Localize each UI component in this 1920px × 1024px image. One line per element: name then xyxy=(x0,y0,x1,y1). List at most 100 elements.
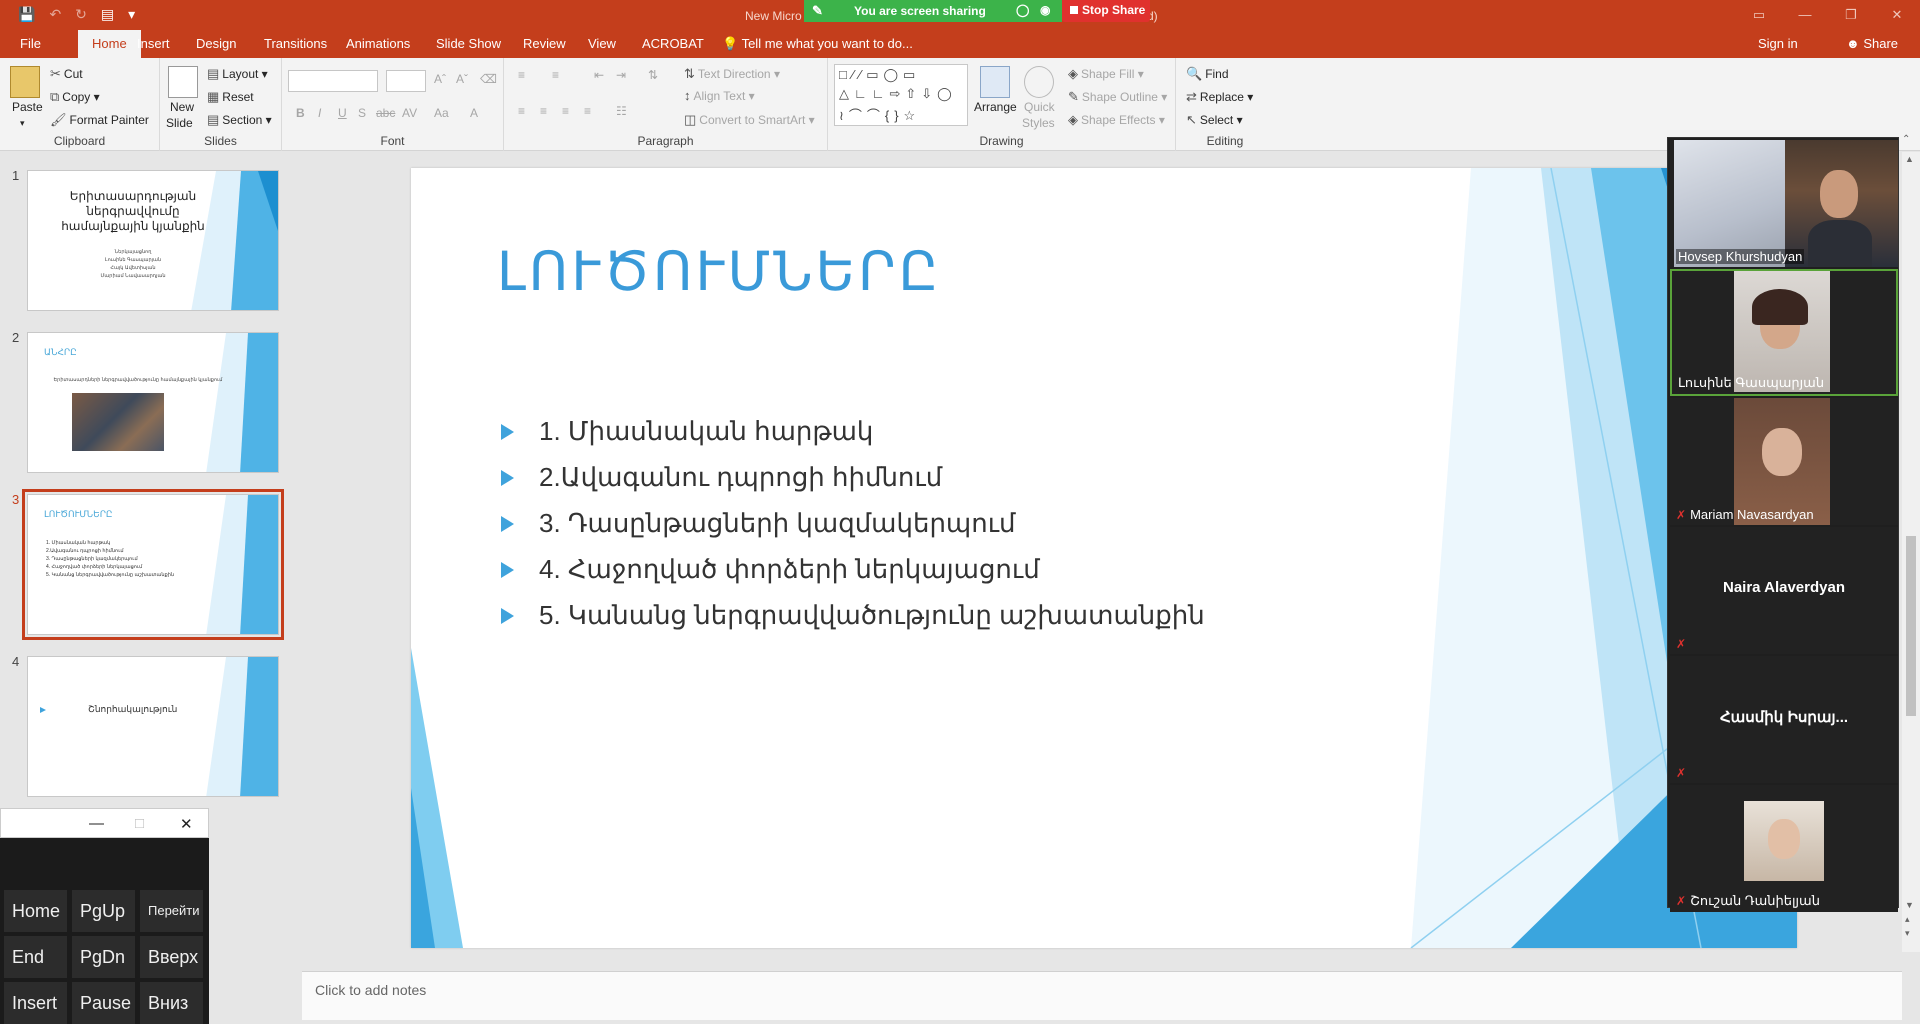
key-pause[interactable]: Pause xyxy=(72,982,135,1024)
tab-home[interactable]: Home xyxy=(78,30,141,58)
slide-thumbnail-2[interactable]: ԱՆՀՐԸ Երիտասարդների ներգրավվածությունը հ… xyxy=(27,332,279,473)
key-down[interactable]: Вниз xyxy=(140,982,203,1024)
bullets-icon[interactable]: ≡ xyxy=(518,68,525,82)
key-end[interactable]: End xyxy=(4,936,67,978)
ribbon-display-icon[interactable]: ▭ xyxy=(1736,0,1782,30)
section-button[interactable]: ▤ Section ▾ xyxy=(207,112,272,128)
shield-icon[interactable]: ◉ xyxy=(1040,3,1050,17)
shape-outline-button[interactable]: ✎ Shape Outline ▾ xyxy=(1068,89,1167,105)
participant-tile[interactable]: Հասմիկ Իսրայ... ✗ xyxy=(1670,656,1898,783)
paste-icon[interactable] xyxy=(10,66,40,98)
new-slide-button-2[interactable]: Slide xyxy=(166,116,193,130)
shrink-font-icon[interactable]: Aˇ xyxy=(456,72,468,86)
select-button[interactable]: ↖ Select ▾ xyxy=(1186,112,1243,128)
current-slide[interactable]: ԼՈՒԾՈՒՄՆԵՐԸ 1. Միասնական հարթակ 2.Ավագան… xyxy=(411,168,1797,948)
find-button[interactable]: 🔍 Find xyxy=(1186,66,1229,82)
maximize-icon[interactable]: ❐ xyxy=(1828,0,1874,30)
key-insert[interactable]: Insert xyxy=(4,982,67,1024)
align-center-icon[interactable]: ≡ xyxy=(540,104,547,118)
arrange-icon[interactable] xyxy=(980,66,1010,98)
scroll-down-icon[interactable]: ▼ xyxy=(1905,900,1914,910)
justify-icon[interactable]: ≡ xyxy=(584,104,591,118)
quick-styles-button[interactable]: Quick xyxy=(1024,100,1055,114)
stop-share-button[interactable]: Stop Share xyxy=(1062,0,1150,22)
font-color-icon[interactable]: A xyxy=(470,106,478,120)
columns-icon[interactable]: ☷ xyxy=(616,104,627,118)
key-go[interactable]: Перейти xyxy=(140,890,203,932)
slide-title[interactable]: ԼՈՒԾՈՒՄՆԵՐԸ xyxy=(497,240,941,303)
tab-file[interactable]: File xyxy=(20,30,41,58)
tab-transitions[interactable]: Transitions xyxy=(264,30,327,58)
tab-animations[interactable]: Animations xyxy=(346,30,410,58)
shape-effects-button[interactable]: ◈ Shape Effects ▾ xyxy=(1068,112,1165,128)
strikethrough-icon[interactable]: abc xyxy=(376,106,395,120)
quick-styles-button-2[interactable]: Styles xyxy=(1022,116,1055,130)
notes-pane[interactable]: Click to add notes xyxy=(302,971,1902,1020)
key-pgup[interactable]: PgUp xyxy=(72,890,135,932)
quick-styles-icon[interactable] xyxy=(1024,66,1054,98)
bullet-item[interactable]: 3. Դասընթացների կազմակերպում xyxy=(501,508,1205,554)
grow-font-icon[interactable]: Aˆ xyxy=(434,72,446,86)
underline-icon[interactable]: U xyxy=(338,106,347,120)
slide-bullet-list[interactable]: 1. Միասնական հարթակ 2.Ավագանու դպրոցի հի… xyxy=(501,416,1205,646)
vertical-scrollbar[interactable]: ▲ ▼ ▴ ▾ xyxy=(1902,152,1920,952)
save-icon[interactable]: 💾 xyxy=(18,5,35,23)
tab-review[interactable]: Review xyxy=(523,30,566,58)
shape-fill-button[interactable]: ◈ Shape Fill ▾ xyxy=(1068,66,1144,82)
keyboard-close-icon[interactable]: ✕ xyxy=(180,815,193,833)
bullet-item[interactable]: 5. Կանանց ներգրավվածությունը աշխատանքին xyxy=(501,600,1205,646)
key-home[interactable]: Home xyxy=(4,890,67,932)
close-icon[interactable]: ✕ xyxy=(1874,0,1920,30)
keyboard-minimize-icon[interactable]: — xyxy=(89,815,104,832)
numbering-icon[interactable]: ≡ xyxy=(552,68,559,82)
decrease-indent-icon[interactable]: ⇤ xyxy=(594,68,604,82)
font-size-input[interactable] xyxy=(386,70,426,92)
paste-dropdown-icon[interactable]: ▾ xyxy=(20,118,25,129)
align-left-icon[interactable]: ≡ xyxy=(518,104,525,118)
redo-icon[interactable]: ↻ xyxy=(75,5,87,23)
tell-me-search[interactable]: 💡 Tell me what you want to do... xyxy=(722,30,913,58)
keyboard-maximize-icon[interactable]: □ xyxy=(135,815,144,832)
pause-share-icon[interactable]: ◯ xyxy=(1016,3,1029,17)
bold-icon[interactable]: B xyxy=(296,106,305,120)
increase-indent-icon[interactable]: ⇥ xyxy=(616,68,626,82)
sign-in-link[interactable]: Sign in xyxy=(1758,30,1798,58)
copy-button[interactable]: ⧉ Copy ▾ xyxy=(50,89,100,105)
cut-button[interactable]: ✂ Cut xyxy=(50,66,83,82)
previous-slide-icon[interactable]: ▴ xyxy=(1905,914,1910,925)
align-text-button[interactable]: ↕ Align Text ▾ xyxy=(684,88,755,103)
next-slide-icon[interactable]: ▾ xyxy=(1905,928,1910,939)
slide-thumbnail-4[interactable]: Շնորհակալություն xyxy=(27,656,279,797)
tab-view[interactable]: View xyxy=(588,30,616,58)
clear-format-icon[interactable]: ⌫ xyxy=(480,72,497,86)
new-slide-button[interactable]: New xyxy=(170,100,194,114)
participant-tile[interactable]: Լուսինե Գասպարյան xyxy=(1670,269,1898,396)
line-spacing-icon[interactable]: ⇅ xyxy=(648,68,658,82)
layout-button[interactable]: ▤ Layout ▾ xyxy=(207,66,268,82)
minimize-icon[interactable]: — xyxy=(1782,0,1828,30)
change-case-icon[interactable]: Aa xyxy=(434,106,449,120)
key-pgdn[interactable]: PgDn xyxy=(72,936,135,978)
participant-tile[interactable]: Hovsep Khurshudyan xyxy=(1670,140,1898,267)
scroll-up-icon[interactable]: ▲ xyxy=(1905,154,1914,164)
char-spacing-icon[interactable]: AV xyxy=(402,106,417,120)
undo-icon[interactable]: ↶ xyxy=(49,5,61,23)
tab-design[interactable]: Design xyxy=(196,30,236,58)
customize-toolbar-icon[interactable]: ▾ xyxy=(128,5,135,23)
tab-acrobat[interactable]: ACROBAT xyxy=(642,30,704,58)
scrollbar-thumb[interactable] xyxy=(1906,536,1916,716)
participant-tile[interactable]: ✗ Mariam Navasardyan xyxy=(1670,398,1898,525)
present-from-start-icon[interactable]: ▤ xyxy=(101,5,114,23)
participant-tile[interactable]: ✗ Շուշան Դանիելյան xyxy=(1670,785,1898,912)
collapse-ribbon-icon[interactable]: ⌃ xyxy=(1902,134,1910,145)
shadow-icon[interactable]: S xyxy=(358,106,366,120)
bullet-item[interactable]: 1. Միասնական հարթակ xyxy=(501,416,1205,462)
align-right-icon[interactable]: ≡ xyxy=(562,104,569,118)
convert-smartart-button[interactable]: ◫ Convert to SmartArt ▾ xyxy=(684,112,815,128)
slide-thumbnail-3[interactable]: ԼՈՒԾՈՒՄՆԵՐԸ 1. Միասնական հարթակ 2.Ավագան… xyxy=(22,489,284,640)
bullet-item[interactable]: 2.Ավագանու դպրոցի հիմնում xyxy=(501,462,1205,508)
font-name-input[interactable] xyxy=(288,70,378,92)
new-slide-icon[interactable] xyxy=(168,66,198,98)
participant-tile[interactable]: Naira Alaverdyan ✗ xyxy=(1670,527,1898,654)
reset-button[interactable]: ▦ Reset xyxy=(207,89,254,105)
